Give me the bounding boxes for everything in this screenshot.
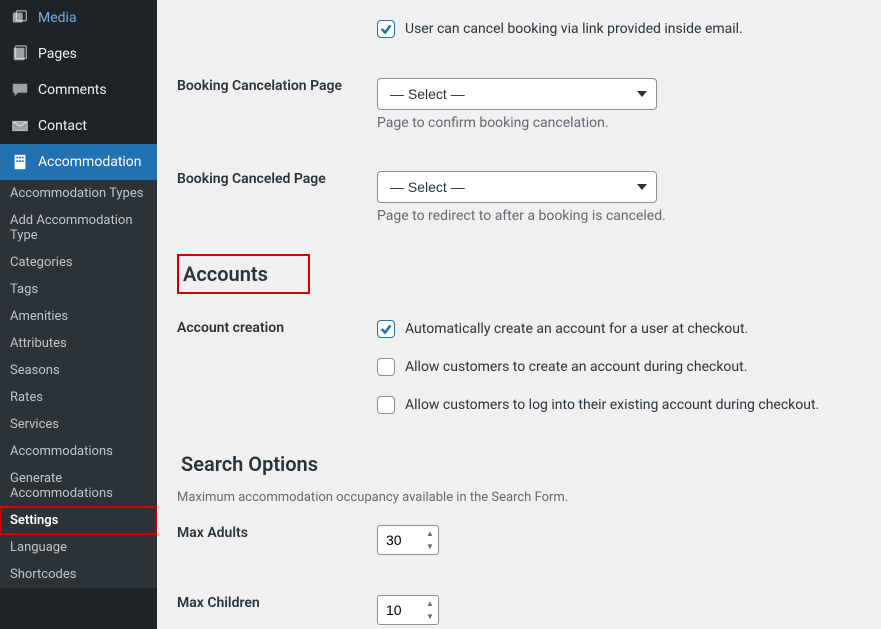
checkbox-label: Allow customers to log into their existi…	[405, 397, 819, 413]
submenu-item-services[interactable]: Services	[0, 411, 157, 438]
comments-icon	[10, 80, 30, 100]
checkbox-label: Automatically create an account for a us…	[405, 321, 748, 337]
max-adults-label: Max Adults	[177, 505, 377, 575]
menu-media[interactable]: Media	[0, 0, 157, 36]
checkbox-icon[interactable]	[377, 358, 395, 376]
step-down[interactable]: ▼	[423, 610, 437, 623]
menu-label: Contact	[38, 118, 87, 134]
menu-pages[interactable]: Pages	[0, 36, 157, 72]
accommodation-icon	[10, 152, 30, 172]
settings-content: User can cancel booking via link provide…	[157, 0, 881, 629]
menu-label: Media	[38, 10, 77, 26]
pages-icon	[10, 44, 30, 64]
canceled-page-note: Page to redirect to after a booking is c…	[377, 208, 851, 224]
accounts-heading: Accounts	[177, 254, 310, 294]
stepper: ▲ ▼	[423, 527, 437, 553]
stepper: ▲ ▼	[423, 597, 437, 623]
canceled-page-select[interactable]: — Select —	[377, 171, 657, 203]
checkbox-label: Allow customers to create an account dur…	[405, 359, 747, 375]
submenu-item-categories[interactable]: Categories	[0, 249, 157, 276]
cancel-page-note: Page to confirm booking cancelation.	[377, 115, 851, 131]
step-down[interactable]: ▼	[423, 540, 437, 553]
submenu-item-amenities[interactable]: Amenities	[0, 303, 157, 330]
allow-login-option[interactable]: Allow customers to log into their existi…	[377, 396, 851, 414]
checkbox-icon[interactable]	[377, 396, 395, 414]
account-creation-label: Account creation	[177, 300, 377, 434]
auto-create-option[interactable]: Automatically create an account for a us…	[377, 320, 851, 338]
submenu-item-language[interactable]: Language	[0, 534, 157, 561]
submenu-item-accommodations[interactable]: Accommodations	[0, 438, 157, 465]
search-options-heading: Search Options	[177, 444, 861, 484]
submenu-item-tags[interactable]: Tags	[0, 276, 157, 303]
checkbox-icon[interactable]	[377, 320, 395, 338]
admin-sidebar: Media Pages Comments Contact Accommodati	[0, 0, 157, 629]
submenu-item-rates[interactable]: Rates	[0, 384, 157, 411]
menu-label: Accommodation	[38, 154, 142, 170]
step-up[interactable]: ▲	[423, 597, 437, 610]
submenu-item-shortcodes[interactable]: Shortcodes	[0, 561, 157, 588]
checkbox-label: User can cancel booking via link provide…	[405, 21, 743, 37]
allow-create-option[interactable]: Allow customers to create an account dur…	[377, 358, 851, 376]
search-options-desc: Maximum accommodation occupancy availabl…	[177, 490, 861, 505]
accommodation-submenu: Accommodation TypesAdd Accommodation Typ…	[0, 180, 157, 588]
menu-contact[interactable]: Contact	[0, 108, 157, 144]
submenu-item-seasons[interactable]: Seasons	[0, 357, 157, 384]
media-icon	[10, 8, 30, 28]
menu-label: Pages	[38, 46, 77, 62]
menu-comments[interactable]: Comments	[0, 72, 157, 108]
menu-accommodation[interactable]: Accommodation	[0, 144, 157, 180]
max-children-label: Max Children	[177, 575, 377, 629]
checkbox-icon[interactable]	[377, 20, 395, 38]
cancel-page-label: Booking Cancelation Page	[177, 58, 377, 151]
contact-icon	[10, 116, 30, 136]
cancel-link-option[interactable]: User can cancel booking via link provide…	[377, 20, 851, 38]
submenu-item-accommodation-types[interactable]: Accommodation Types	[0, 180, 157, 207]
submenu-item-generate-accommodations[interactable]: Generate Accommodations	[0, 465, 157, 507]
submenu-item-settings[interactable]: Settings	[0, 507, 157, 534]
cancel-page-select[interactable]: — Select —	[377, 78, 657, 110]
submenu-item-attributes[interactable]: Attributes	[0, 330, 157, 357]
canceled-page-label: Booking Canceled Page	[177, 151, 377, 244]
submenu-item-add-accommodation-type[interactable]: Add Accommodation Type	[0, 207, 157, 249]
step-up[interactable]: ▲	[423, 527, 437, 540]
menu-label: Comments	[38, 82, 107, 98]
